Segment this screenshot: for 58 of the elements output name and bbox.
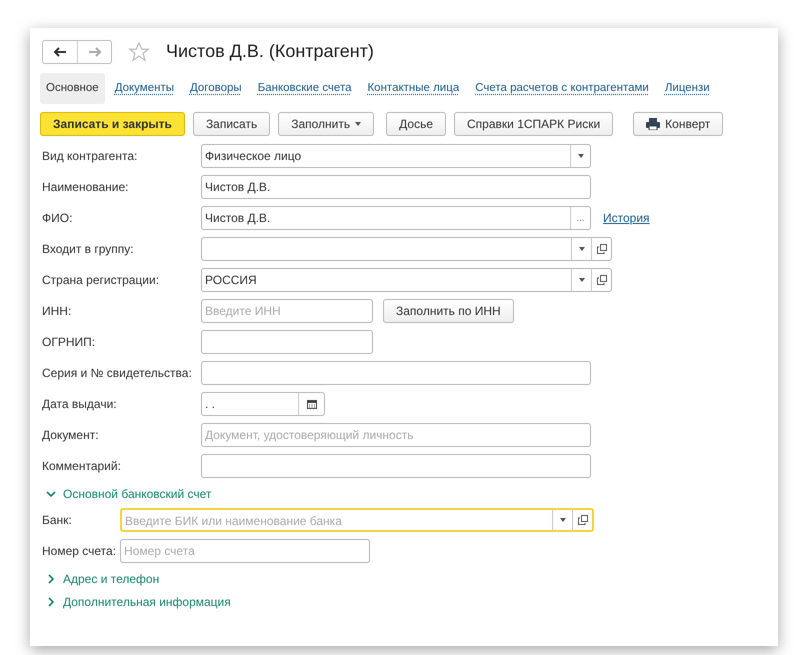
field-label: Дата выдачи:	[42, 396, 118, 414]
section-header[interactable]: Дополнительная информация	[63, 593, 231, 612]
caret-icon	[355, 122, 362, 126]
save-close-button[interactable]: Записать и закрыть	[40, 112, 185, 136]
open-window-icon	[578, 515, 588, 526]
field-label: ФИО:	[42, 210, 74, 228]
input-field[interactable]	[201, 361, 591, 386]
input-field[interactable]	[201, 237, 612, 262]
field-label: ИНН:	[42, 303, 72, 320]
input-field[interactable]: Чистов Д.В.	[201, 175, 591, 200]
field-label: ОГРНИП:	[42, 334, 96, 352]
forward-arrow-icon	[88, 46, 102, 56]
field-label: Комментарий:	[42, 458, 122, 476]
open-window-icon	[596, 275, 606, 286]
open-window-icon	[596, 244, 606, 254]
tab[interactable]: Счета расчетов с контрагентами	[469, 73, 655, 104]
field-label: Страна регистрации:	[42, 272, 160, 290]
input-field[interactable]	[201, 330, 373, 354]
input-field[interactable]: Физическое лицо	[201, 144, 591, 168]
caret-icon	[578, 247, 584, 252]
print-button[interactable]: Конверт	[633, 112, 724, 136]
input-field[interactable]: Чистов Д.В. ...	[201, 206, 591, 230]
caret-icon	[578, 278, 584, 282]
calendar-icon	[306, 399, 316, 410]
window-title: Чистов Д.В. (Контрагент)	[166, 40, 374, 63]
tab[interactable]: Банковские счета	[252, 73, 358, 104]
field-label: Номер счета:	[42, 543, 116, 560]
chevron-right-icon[interactable]	[46, 574, 56, 584]
fill-menu-button[interactable]: Заполнить	[278, 112, 374, 136]
input-field[interactable]: РОССИЯ	[201, 268, 612, 292]
caret-icon	[578, 154, 584, 158]
choice-button[interactable]: ...	[570, 207, 590, 230]
tab[interactable]: Контактные лица	[361, 73, 466, 104]
tab[interactable]: Договоры	[184, 73, 248, 104]
chevron-right-icon[interactable]	[46, 597, 56, 608]
field-label: Вид контрагента:	[42, 148, 138, 166]
section-header[interactable]: Основной банковский счет	[63, 485, 212, 504]
toolbar-button[interactable]: Справки 1СПАРК Риски	[454, 112, 614, 136]
field-label: Наименование:	[42, 179, 130, 196]
tab[interactable]: Основное	[40, 73, 105, 104]
toolbar-button[interactable]: Досье	[386, 112, 446, 136]
chevron-down-icon[interactable]	[46, 489, 56, 500]
tab[interactable]: Документы	[108, 73, 180, 104]
history-link[interactable]: История	[603, 209, 650, 228]
field-label: Входит в группу:	[42, 241, 135, 258]
field-label: Документ:	[42, 427, 100, 444]
field-label: Банк:	[42, 512, 73, 530]
back-arrow-icon	[53, 46, 67, 56]
toolbar-button[interactable]: Записать	[192, 112, 270, 136]
star-icon[interactable]	[128, 40, 150, 62]
fill-by-inn-button[interactable]: Заполнить по ИНН	[383, 299, 514, 324]
caret-icon	[560, 518, 566, 522]
section-header[interactable]: Адрес и телефон	[63, 570, 160, 588]
input-field[interactable]	[201, 454, 591, 478]
tab[interactable]: Лицензи	[658, 73, 716, 104]
input-field[interactable]: . .	[201, 392, 325, 416]
field-label: Серия и № свидетельства:	[42, 365, 193, 382]
printer-icon	[646, 118, 660, 130]
